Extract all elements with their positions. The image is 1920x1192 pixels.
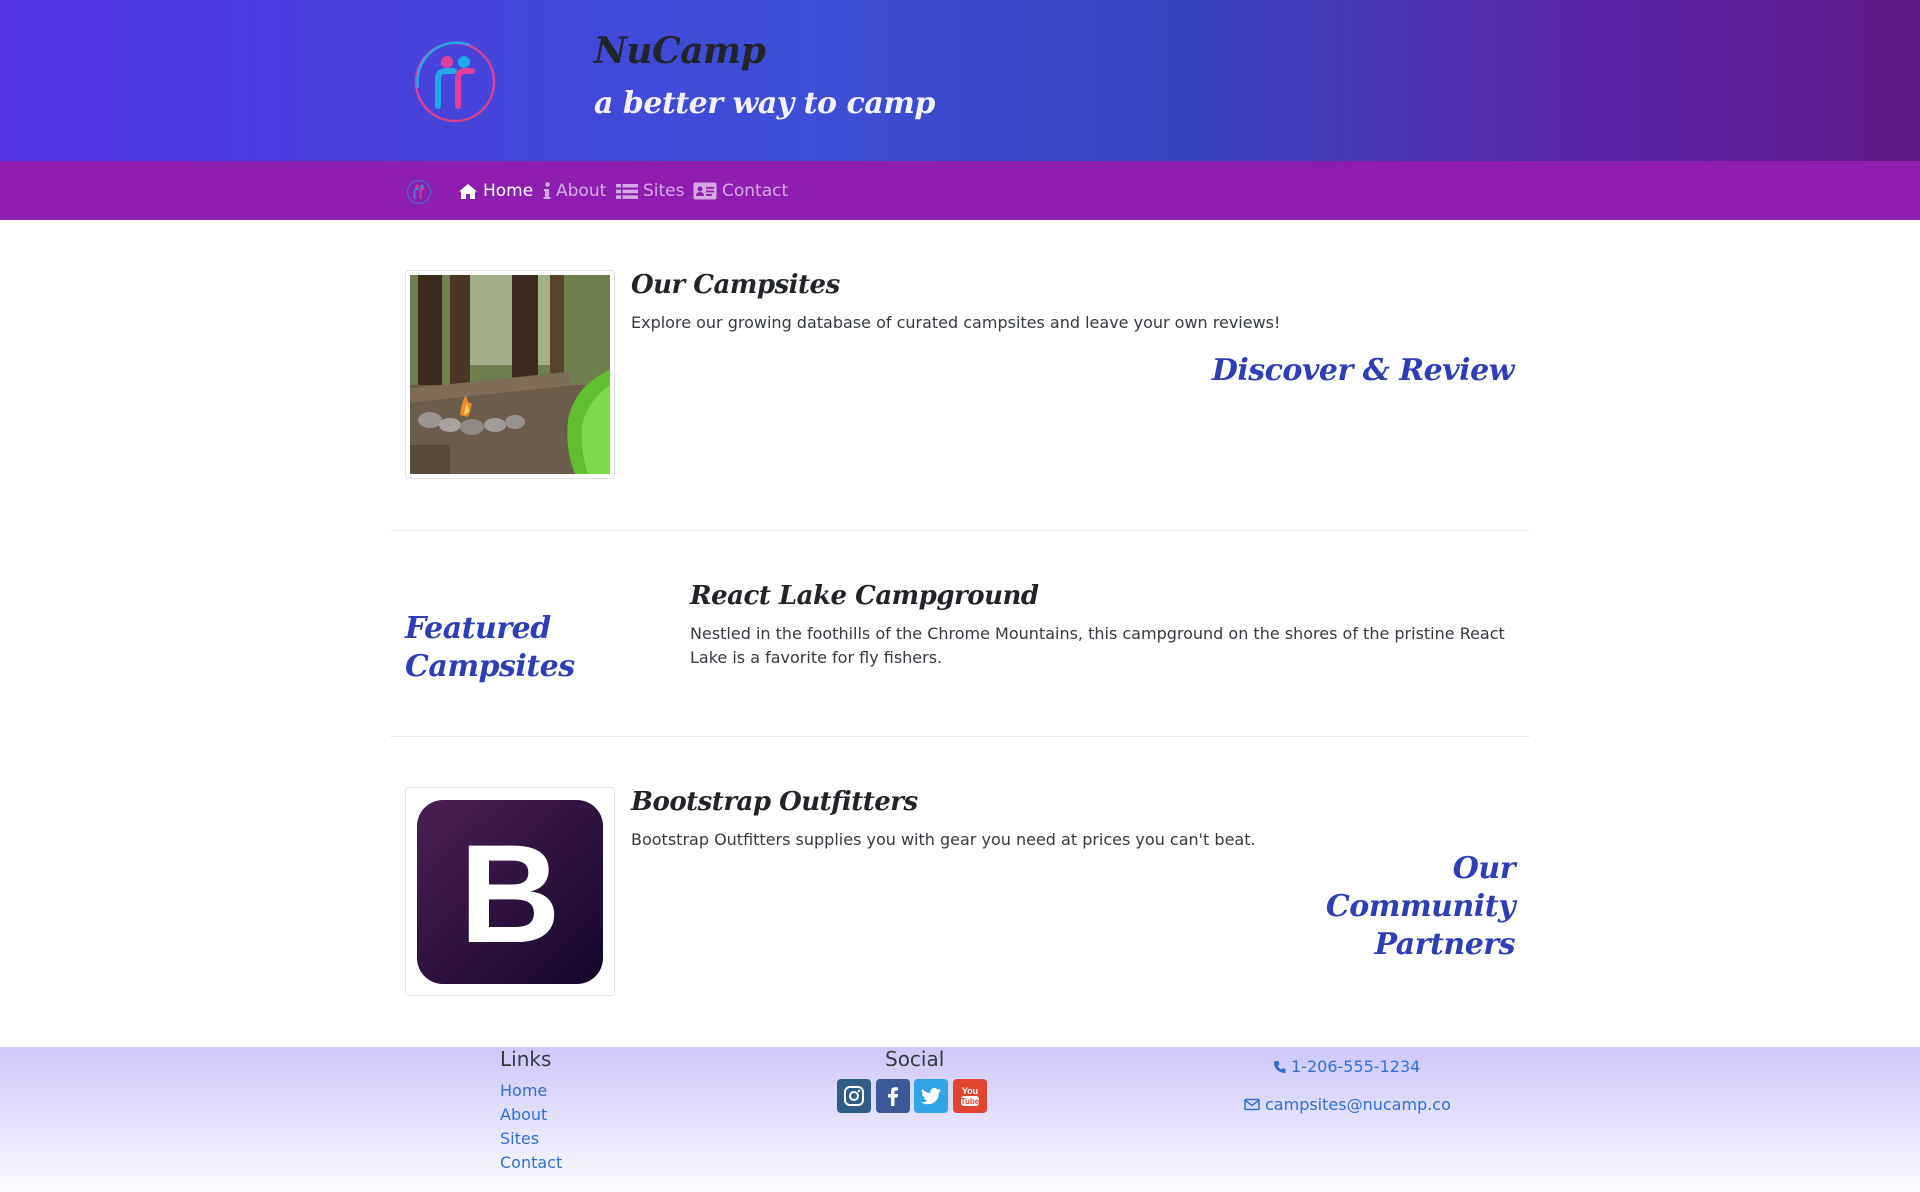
site-title: NuCamp (594, 30, 766, 72)
section-divider (390, 736, 1530, 737)
nav-item-label: Contact (722, 181, 789, 201)
footer-link-about[interactable]: About (500, 1105, 547, 1124)
navbar-brand-logo-icon[interactable] (406, 179, 432, 205)
partner-description: Bootstrap Outfitters supplies you with g… (631, 830, 1256, 849)
facebook-icon (888, 1087, 898, 1106)
list-icon (616, 183, 638, 199)
footer-email[interactable]: campsites@nucamp.co (1244, 1095, 1451, 1114)
main-navbar: Home About Sites Contact (0, 161, 1920, 220)
footer-link-sites[interactable]: Sites (500, 1129, 539, 1148)
site-footer (0, 1047, 1920, 1192)
footer-social-heading: Social (885, 1047, 945, 1071)
envelope-icon (1244, 1098, 1260, 1111)
site-header: NuCamp a better way to camp (0, 0, 1920, 161)
campsites-description: Explore our growing database of curated … (631, 313, 1281, 332)
footer-phone[interactable]: 1-206-555-1234 (1273, 1057, 1420, 1076)
nav-item-label: About (556, 181, 607, 201)
footer-phone-text: 1-206-555-1234 (1291, 1057, 1421, 1076)
partner-logo-frame: B (405, 787, 615, 996)
campsite-image-frame (405, 270, 615, 479)
nav-item-about[interactable]: About (543, 179, 606, 203)
svg-text:You: You (962, 1086, 978, 1096)
instagram-button[interactable] (837, 1079, 871, 1113)
featured-campsite-description: Nestled in the foothills of the Chrome M… (690, 624, 1505, 667)
twitter-button[interactable] (914, 1079, 948, 1113)
instagram-icon (844, 1086, 864, 1106)
svg-text:Tube: Tube (961, 1097, 980, 1106)
nav-item-label: Home (483, 181, 534, 201)
nucamp-logo-icon (414, 41, 496, 123)
featured-campsites-title: Featured Campsites (405, 611, 575, 684)
svg-text:B: B (459, 815, 560, 972)
footer-link-contact[interactable]: Contact (500, 1153, 562, 1172)
campsite-photo (409, 275, 610, 474)
community-partners-title: Our Community Partners (1325, 851, 1516, 962)
nav-item-sites[interactable]: Sites (616, 179, 685, 203)
info-icon (543, 182, 551, 199)
facebook-button[interactable] (876, 1079, 910, 1113)
footer-email-text: campsites@nucamp.co (1265, 1095, 1451, 1114)
twitter-icon (920, 1088, 941, 1105)
bootstrap-logo-icon: B (417, 800, 603, 984)
home-icon (459, 183, 477, 199)
youtube-button[interactable]: You Tube (953, 1079, 987, 1113)
youtube-icon: You Tube (961, 1086, 980, 1106)
featured-campsite-heading: React Lake Campground (690, 581, 1039, 611)
discover-review-title: Discover & Review (1211, 353, 1515, 388)
partner-heading: Bootstrap Outfitters (631, 787, 918, 817)
site-tagline: a better way to camp (594, 86, 935, 121)
nav-item-contact[interactable]: Contact (693, 179, 788, 203)
nav-item-home[interactable]: Home (458, 179, 533, 203)
nav-item-label: Sites (643, 181, 685, 201)
footer-link-home[interactable]: Home (500, 1081, 547, 1100)
section-divider (390, 530, 1530, 531)
campsites-heading: Our Campsites (631, 270, 840, 300)
footer-links-heading: Links (500, 1047, 552, 1071)
address-card-icon (693, 182, 717, 200)
phone-icon (1273, 1060, 1286, 1073)
